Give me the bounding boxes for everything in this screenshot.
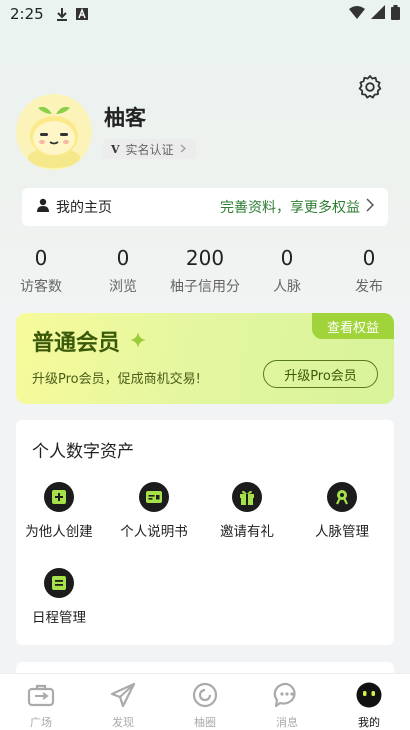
card-icon	[139, 482, 169, 512]
asset-personal-manual[interactable]: 个人说明书	[109, 482, 199, 540]
view-benefits-button[interactable]: 查看权益	[312, 313, 394, 339]
paper-plane-icon	[109, 682, 137, 712]
stat-label: 发布	[355, 279, 383, 295]
stat-value: 0	[34, 246, 48, 270]
chevron-right-icon	[180, 142, 186, 156]
signal-icon	[371, 5, 385, 23]
asset-label: 邀请有礼	[220, 524, 274, 540]
wifi-icon	[349, 5, 365, 23]
status-bar: 2:25	[0, 0, 410, 28]
status-time: 2:25	[10, 5, 44, 23]
sparkle-icon	[130, 329, 147, 354]
verify-badge-icon: V	[111, 142, 120, 156]
stat-value: 0	[280, 246, 294, 270]
asset-label: 个人说明书	[120, 524, 188, 540]
settings-button[interactable]	[357, 74, 383, 100]
tab-label: 广场	[30, 716, 52, 729]
stat-label: 浏览	[109, 279, 137, 295]
verify-label: 实名认证	[125, 142, 174, 157]
network-icon	[327, 482, 357, 512]
tab-mine[interactable]: 我的	[328, 674, 410, 730]
battery-icon	[391, 4, 400, 24]
briefcase-icon	[27, 682, 55, 712]
circle-refresh-icon	[191, 682, 219, 712]
bottom-tab-bar: 广场 发现 柚圈 消息 我的	[0, 673, 410, 730]
tab-discover[interactable]: 发现	[82, 674, 164, 730]
homepage-label: 我的主页	[56, 200, 112, 216]
gear-icon	[357, 75, 383, 104]
asset-label: 日程管理	[32, 610, 86, 626]
stat-label: 柚子信用分	[170, 279, 240, 295]
tab-label: 我的	[358, 716, 380, 729]
membership-title: 普通会员	[32, 331, 121, 356]
tab-label: 消息	[276, 716, 298, 729]
nickname: 柚客	[104, 106, 146, 130]
schedule-icon	[44, 568, 74, 598]
membership-title-row: 普通会员	[32, 325, 147, 357]
stat-posts[interactable]: 0 发布	[328, 246, 410, 296]
stats-row: 0 访客数 0 浏览 200 柚子信用分 0 人脉 0 发布	[0, 246, 410, 296]
stat-value: 200	[185, 246, 225, 270]
user-icon	[36, 198, 50, 216]
homepage-card[interactable]: 我的主页 完善资料，享更多权益	[22, 188, 388, 226]
tab-square[interactable]: 广场	[0, 674, 82, 730]
stat-connections[interactable]: 0 人脉	[246, 246, 328, 296]
stat-views[interactable]: 0 浏览	[82, 246, 164, 296]
stat-label: 人脉	[273, 279, 301, 295]
plus-square-icon	[44, 482, 74, 512]
asset-label: 人脉管理	[315, 524, 369, 540]
face-icon	[355, 682, 383, 712]
digital-assets-card: 个人数字资产 为他人创建 个人说明书 邀请有礼 人脉管理 日程管理	[16, 420, 394, 645]
app-a-icon	[75, 8, 88, 20]
complete-profile-link[interactable]: 完善资料，享更多权益	[220, 197, 360, 217]
asset-create-for-others[interactable]: 为他人创建	[14, 482, 104, 540]
stat-credit-score[interactable]: 200 柚子信用分	[164, 246, 246, 296]
download-icon	[56, 7, 68, 21]
stat-label: 访客数	[20, 279, 62, 295]
tab-youquan[interactable]: 柚圈	[164, 674, 246, 730]
verify-button[interactable]: V 实名认证	[103, 139, 196, 159]
membership-subtitle: 升级Pro会员，促成商机交易!	[32, 372, 201, 387]
asset-network-management[interactable]: 人脉管理	[297, 482, 387, 540]
upgrade-pro-button[interactable]: 升级Pro会员	[263, 360, 378, 388]
asset-label: 为他人创建	[25, 524, 93, 540]
tab-messages[interactable]: 消息	[246, 674, 328, 730]
gift-icon	[232, 482, 262, 512]
tab-label: 发现	[112, 716, 134, 729]
stat-visitors[interactable]: 0 访客数	[0, 246, 82, 296]
tab-label: 柚圈	[194, 716, 216, 729]
stat-value: 0	[116, 246, 130, 270]
asset-invite-reward[interactable]: 邀请有礼	[202, 482, 292, 540]
asset-schedule-management[interactable]: 日程管理	[14, 568, 104, 626]
membership-card: 查看权益 普通会员 升级Pro会员，促成商机交易! 升级Pro会员	[16, 313, 394, 404]
avatar[interactable]	[16, 94, 92, 170]
assets-heading: 个人数字资产	[32, 442, 134, 462]
chat-bubble-icon	[273, 682, 301, 712]
stat-value: 0	[362, 246, 376, 270]
avatar-mascot-image	[16, 94, 92, 170]
chevron-right-icon	[366, 198, 375, 216]
